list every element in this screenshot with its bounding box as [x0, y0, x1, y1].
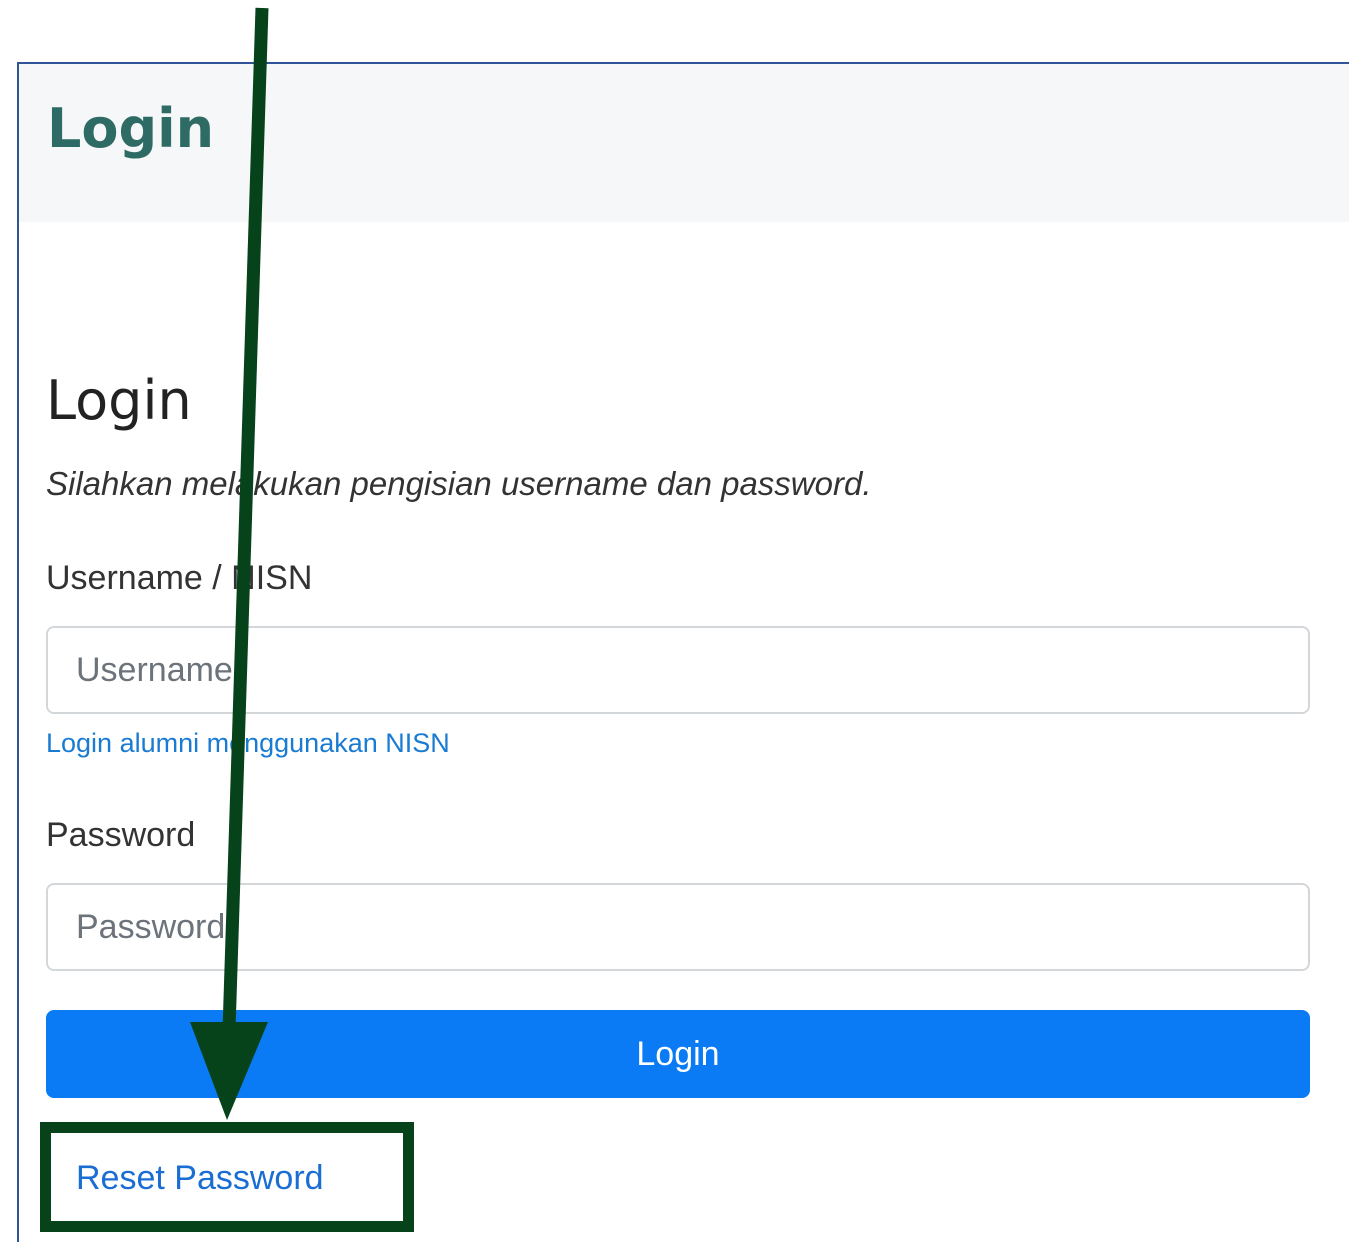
password-input[interactable] — [46, 883, 1310, 971]
password-label: Password — [46, 816, 196, 854]
username-label: Username / NISN — [46, 559, 313, 597]
username-input[interactable] — [46, 626, 1310, 714]
card-header: Login — [19, 64, 1349, 222]
login-button[interactable]: Login — [46, 1010, 1310, 1098]
alumni-login-link[interactable]: Login alumni menggunakan NISN — [46, 724, 450, 762]
form-title: Login — [46, 369, 192, 432]
reset-password-link[interactable]: Reset Password — [76, 1156, 324, 1200]
form-subtitle: Silahkan melakukan pengisian username da… — [46, 465, 872, 502]
header-title: Login — [47, 97, 215, 160]
